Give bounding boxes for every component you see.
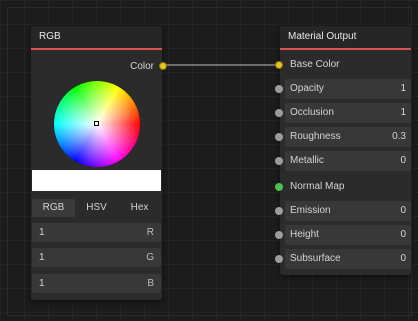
metallic-socket[interactable]	[275, 157, 283, 165]
emission-value: 0	[400, 205, 406, 216]
subsurface-label: Subsurface	[290, 253, 341, 264]
occlusion-socket[interactable]	[275, 109, 283, 117]
color-output: Color	[130, 58, 167, 74]
input-base-color: Base Color	[275, 55, 411, 75]
r-channel-label: R	[146, 227, 154, 238]
roughness-value: 0.3	[392, 131, 406, 142]
opacity-socket[interactable]	[275, 85, 283, 93]
roughness-label: Roughness	[290, 131, 341, 142]
opacity-value: 1	[400, 83, 406, 94]
g-channel-label: G	[146, 252, 154, 263]
g-channel-value: 1	[39, 252, 45, 263]
tab-hex[interactable]: Hex	[118, 199, 161, 217]
occlusion-value: 1	[400, 107, 406, 118]
normal-map-label: Normal Map	[290, 181, 345, 192]
metallic-value: 0	[400, 155, 406, 166]
roughness-socket[interactable]	[275, 133, 283, 141]
input-roughness[interactable]: Roughness 0.3	[275, 127, 411, 147]
rgb-node-title[interactable]: RGB	[31, 26, 162, 50]
height-socket[interactable]	[275, 231, 283, 239]
color-swatch	[32, 170, 161, 191]
color-wheel-cursor[interactable]	[94, 121, 99, 126]
input-normal-map: Normal Map	[275, 177, 411, 197]
subsurface-value: 0	[400, 253, 406, 264]
input-metallic[interactable]: Metallic 0	[275, 151, 411, 171]
base-color-label: Base Color	[290, 59, 340, 70]
color-wheel[interactable]	[54, 81, 140, 167]
color-output-socket[interactable]	[159, 62, 167, 70]
material-output-node[interactable]: Material Output Base Color Opacity 1 Occ…	[275, 26, 411, 275]
g-channel-field[interactable]: 1 G	[32, 248, 161, 267]
tab-rgb[interactable]: RGB	[32, 199, 75, 217]
base-color-socket[interactable]	[275, 61, 283, 69]
input-occlusion[interactable]: Occlusion 1	[275, 103, 411, 123]
emission-label: Emission	[290, 205, 331, 216]
occlusion-label: Occlusion	[290, 107, 334, 118]
opacity-label: Opacity	[290, 83, 324, 94]
b-channel-value: 1	[39, 278, 45, 289]
rgb-node[interactable]: RGB Color RGB HSV Hex 1 R 1 G 1 B	[31, 26, 167, 300]
metallic-label: Metallic	[290, 155, 324, 166]
input-opacity[interactable]: Opacity 1	[275, 79, 411, 99]
input-emission[interactable]: Emission 0	[275, 201, 411, 221]
subsurface-socket[interactable]	[275, 255, 283, 263]
b-channel-field[interactable]: 1 B	[32, 274, 161, 293]
color-mode-tabs: RGB HSV Hex	[32, 199, 161, 217]
color-output-label: Color	[130, 60, 154, 72]
b-channel-label: B	[147, 278, 154, 289]
height-label: Height	[290, 229, 319, 240]
normal-map-socket[interactable]	[275, 183, 283, 191]
tab-hsv[interactable]: HSV	[75, 199, 118, 217]
height-value: 0	[400, 229, 406, 240]
r-channel-value: 1	[39, 227, 45, 238]
r-channel-field[interactable]: 1 R	[32, 223, 161, 242]
input-height[interactable]: Height 0	[275, 225, 411, 245]
input-subsurface[interactable]: Subsurface 0	[275, 249, 411, 269]
material-output-title[interactable]: Material Output	[280, 26, 411, 50]
emission-socket[interactable]	[275, 207, 283, 215]
